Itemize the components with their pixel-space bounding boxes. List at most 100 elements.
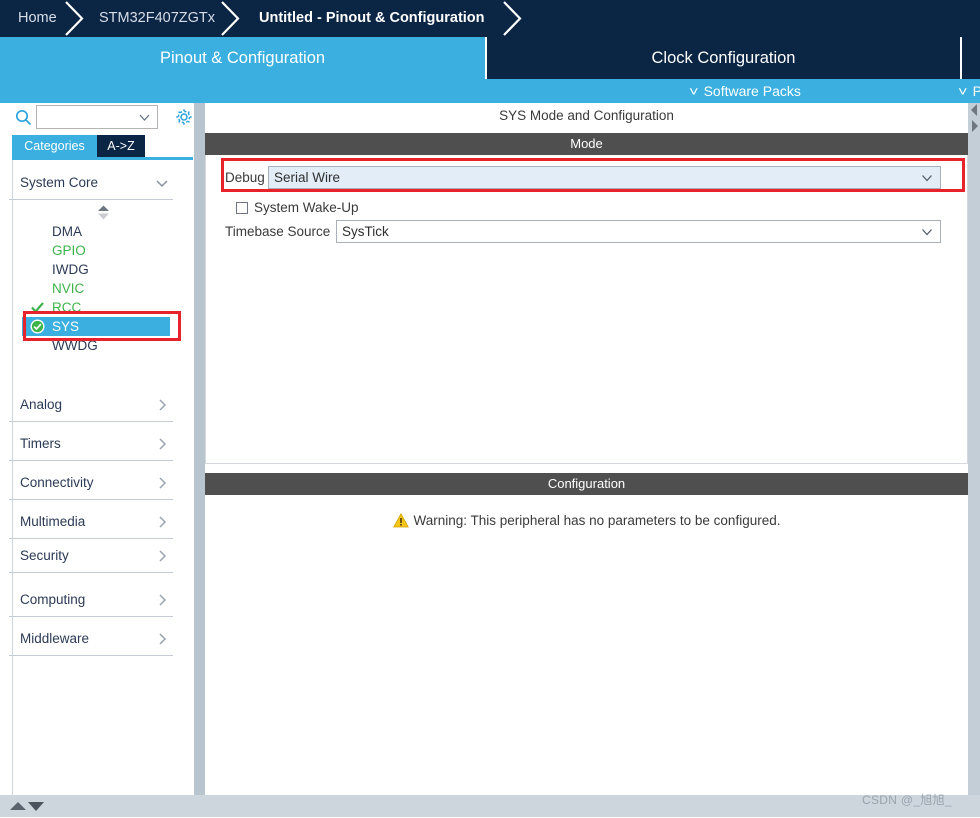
search-input[interactable] — [41, 108, 137, 126]
sidebar-group-analog[interactable]: Analog — [9, 390, 173, 422]
tab-next-partial[interactable] — [962, 37, 980, 79]
breadcrumb-separator-icon-2 — [218, 0, 244, 37]
sidebar-item-wwdg[interactable]: WWDG — [22, 336, 170, 355]
warning-message-text: Warning: This peripheral has no paramete… — [413, 513, 781, 528]
timebase-source-label: Timebase Source — [225, 224, 331, 239]
breadcrumb-separator-icon — [62, 0, 88, 37]
sidebar-group-analog-label: Analog — [20, 397, 63, 412]
secondary-menu-bar: ˅ Software Packs ˅ P — [0, 79, 980, 103]
sidebar-group-multimedia[interactable]: Multimedia — [9, 507, 173, 539]
breadcrumb-item-mcu[interactable]: STM32F407ZGTx — [99, 0, 215, 37]
chevron-right-icon-security — [155, 549, 169, 563]
system-wakeup-label: System Wake-Up — [254, 200, 359, 215]
debug-select[interactable]: Serial Wire — [268, 166, 941, 189]
breadcrumb-item-home[interactable]: Home — [18, 0, 57, 37]
sidebar-group-connectivity[interactable]: Connectivity — [9, 468, 173, 500]
cubemx-window: Home STM32F407ZGTx Untitled - Pinout & C… — [0, 0, 980, 817]
configuration-panel: SYS Mode and Configuration Mode Debug Se… — [205, 103, 968, 795]
sidebar-group-security-label: Security — [20, 548, 69, 563]
sidebar-group-system-core-label: System Core — [20, 175, 99, 190]
warning-message: Warning: This peripheral has no paramete… — [205, 512, 968, 528]
chevron-right-icon-connectivity — [155, 476, 169, 490]
sidebar-group-security[interactable]: Security — [9, 541, 173, 573]
configuration-section-header: Configuration — [205, 473, 968, 495]
chevron-right-icon-analog — [155, 398, 169, 412]
sidebar-item-wwdg-label: WWDG — [52, 338, 98, 353]
breadcrumb: Home STM32F407ZGTx Untitled - Pinout & C… — [0, 0, 980, 37]
sidebar-item-rcc-label: RCC — [52, 300, 82, 315]
divider — [9, 655, 173, 656]
search-input-box[interactable] — [36, 105, 158, 129]
sidebar-item-dma[interactable]: DMA — [22, 222, 170, 241]
warning-triangle-icon — [392, 512, 409, 528]
breadcrumb-item-current[interactable]: Untitled - Pinout & Configuration — [259, 0, 485, 37]
chevron-right-icon-multimedia — [155, 515, 169, 529]
divider — [9, 572, 173, 573]
sidebar-item-sys[interactable]: SYS — [22, 317, 170, 336]
checkmark-icon-rcc — [30, 300, 45, 315]
sidebar-group-timers[interactable]: Timers — [9, 429, 173, 461]
sidebar-group-computing[interactable]: Computing — [9, 585, 173, 617]
sidebar-item-dma-label: DMA — [52, 224, 82, 239]
tab-a-to-z[interactable]: A->Z — [97, 135, 145, 157]
sidebar-item-nvic[interactable]: NVIC — [22, 279, 170, 298]
chevron-right-icon-timers — [155, 437, 169, 451]
vertical-scrollbar[interactable] — [968, 103, 980, 817]
chevron-right-icon-middleware — [155, 632, 169, 646]
timebase-source-select[interactable]: SysTick — [336, 220, 941, 243]
sidebar-item-rcc[interactable]: RCC — [22, 298, 170, 317]
search-icon — [15, 109, 32, 126]
chevron-down-icon: ˅ — [689, 84, 699, 99]
gear-icon[interactable] — [175, 108, 193, 126]
splitter-edge — [193, 103, 194, 795]
configuration-section-body: Warning: This peripheral has no paramete… — [205, 495, 968, 795]
panel-splitter[interactable] — [193, 103, 205, 795]
tab-clock-configuration[interactable]: Clock Configuration — [487, 37, 960, 79]
sidebar-item-iwdg-label: IWDG — [52, 262, 89, 277]
system-wakeup-checkbox[interactable] — [236, 202, 248, 214]
sidebar-item-nvic-label: NVIC — [52, 281, 85, 296]
bottom-status-strip — [0, 795, 980, 817]
debug-select-value: Serial Wire — [274, 170, 341, 185]
timebase-source-value: SysTick — [342, 224, 389, 239]
breadcrumb-separator-icon-3 — [500, 0, 526, 37]
divider — [9, 199, 173, 200]
sidebar-group-computing-label: Computing — [20, 592, 86, 607]
sidebar-group-middleware[interactable]: Middleware — [9, 624, 173, 656]
divider — [9, 460, 173, 461]
sidebar-item-iwdg[interactable]: IWDG — [22, 260, 170, 279]
chevron-right-icon-computing — [155, 593, 169, 607]
chevron-down-icon-system-core — [155, 176, 169, 190]
menu-software-packs[interactable]: ˅ Software Packs — [689, 79, 801, 103]
watermark: CSDN @_旭旭_ — [862, 793, 952, 807]
sidebar-group-multimedia-label: Multimedia — [20, 514, 86, 529]
bottom-scroll-arrows[interactable] — [8, 799, 48, 813]
sort-spinner-icon[interactable] — [97, 205, 110, 220]
divider — [9, 616, 173, 617]
sidebar-group-timers-label: Timers — [20, 436, 61, 451]
mode-section-body: Debug Serial Wire System Wake-Up Timebas… — [205, 155, 968, 464]
sidebar-item-sys-label: SYS — [52, 319, 80, 334]
tab-pinout-configuration[interactable]: Pinout & Configuration — [0, 37, 485, 79]
sidebar-item-gpio-label: GPIO — [52, 243, 86, 258]
divider — [9, 499, 173, 500]
menu-pinout[interactable]: ˅ P — [958, 79, 980, 103]
divider — [9, 421, 173, 422]
menu-software-packs-label: Software Packs — [703, 83, 801, 99]
sidebar-group-connectivity-label: Connectivity — [20, 475, 94, 490]
sidebar-group-system-core[interactable]: System Core — [9, 168, 173, 200]
scrollbar-arrows[interactable] — [968, 103, 980, 137]
main-tabstrip: Pinout & Configuration Clock Configurati… — [0, 37, 980, 79]
debug-label: Debug — [225, 170, 265, 185]
chevron-down-icon-search[interactable] — [138, 111, 151, 124]
chevron-down-icon-timebase — [920, 225, 934, 239]
page-title: SYS Mode and Configuration — [205, 103, 968, 128]
sidebar-group-middleware-label: Middleware — [20, 631, 90, 646]
sidebar-item-gpio[interactable]: GPIO — [22, 241, 170, 260]
mode-section-header: Mode — [205, 133, 968, 155]
chevron-down-icon-debug — [920, 171, 934, 185]
chevron-down-icon-2: ˅ — [958, 84, 968, 99]
divider — [9, 538, 173, 539]
tab-categories[interactable]: Categories — [12, 135, 97, 157]
check-circle-icon-sys — [30, 319, 45, 334]
